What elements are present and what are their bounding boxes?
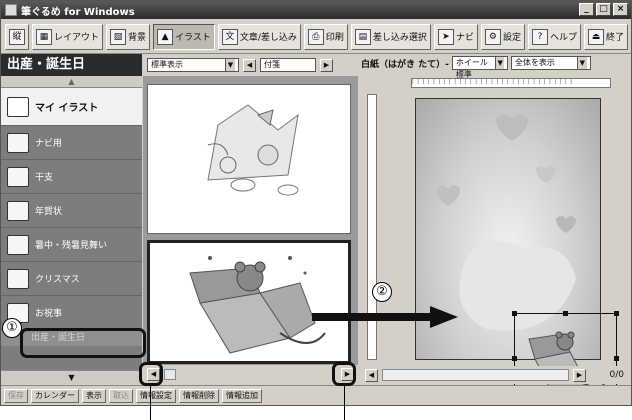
merge-icon: ▤ [354,28,371,45]
category-christmas[interactable]: クリスマス [1,262,142,296]
folder-icon [7,96,29,117]
text-icon: 文 [221,28,238,45]
illust-icon: ▲ [157,28,174,45]
print-icon: ⎙ [307,28,324,45]
tategaki-icon: 縦 [9,28,25,45]
folder-icon [7,200,29,221]
merge-select-button[interactable]: ▤ 差し込み選択 [350,23,431,50]
preview-panel: 白紙（はがき たて）- ホイール標準 ▼ 全体を表示 ▼ | | | | | | |… [359,54,630,405]
display-button[interactable]: 表示 [82,388,106,403]
category-shochu[interactable]: 暑中・残暑見舞い [1,228,142,262]
resize-handle[interactable] [614,311,619,316]
main-toolbar: 縦 ▦ レイアウト ▧ 背景 ▲ イラスト 文文章/差し込み ⎙ 印刷 ▤ 差し込み選択 … [1,20,631,54]
annotation-callout-1: ① [2,318,22,338]
annotation-arrow [312,306,458,328]
tag-select[interactable]: 付箋 [260,58,316,72]
exit-button[interactable]: ⏏ 終了 [583,23,628,50]
zoom-select[interactable]: 全体を表示 ▼ [510,56,591,70]
category-eto[interactable]: 干支 [1,160,142,194]
category-oiwai[interactable]: お祝事 [1,296,142,330]
annotation-highlight-1 [20,328,146,358]
folder-icon [7,234,29,255]
category-scroll-up[interactable]: ▲ [1,76,142,88]
tag-prev-button[interactable]: ◀ [243,58,256,72]
folder-icon [7,166,29,187]
resize-handle[interactable] [512,311,517,316]
annotation-leader-left [150,386,151,420]
exit-icon: ⏏ [587,28,604,45]
resize-handle[interactable] [614,356,619,361]
navi-icon: ➤ [437,28,454,45]
app-icon [5,4,17,16]
chevron-down-icon: ▼ [495,57,504,69]
category-scroll-down[interactable]: ▼ [1,370,142,384]
illust-button[interactable]: ▲ イラスト [153,23,215,50]
resize-handle[interactable] [512,356,517,361]
horizontal-ruler: | | | | | | | | | | | | | | | | | | | | … [411,78,611,88]
window-title: 筆ぐるめ for Windows [21,6,135,18]
background-button[interactable]: ▧ 背景 [106,23,151,50]
close-button[interactable]: × [613,3,628,16]
candy-gift-illustration [207,104,299,196]
chevron-down-icon: ▼ [576,57,587,69]
calendar-button[interactable]: カレンダー [31,388,79,403]
annotation-highlight-right [332,362,356,386]
page-prev-button[interactable]: ◀ [365,368,378,382]
minimize-button[interactable]: _ [579,3,594,16]
resize-handle[interactable] [563,311,568,316]
layout-icon: ▦ [36,28,52,45]
info-add-button[interactable]: 情報追加 [222,388,262,403]
category-nengajo[interactable]: 年賀状 [1,194,142,228]
annotation-highlight-left [139,362,163,386]
folder-icon [7,132,29,153]
title-bar[interactable]: 筆ぐるめ for Windows _ □ × [1,1,631,19]
layout-button[interactable]: ▦ レイアウト [32,23,104,50]
maximize-button[interactable]: □ [596,3,611,16]
category-title: 出産・誕生日 [1,54,142,76]
illust-hscrollbar[interactable]: ◀ ▶ [143,365,358,384]
settings-icon: ⚙ [484,28,501,45]
scroll-thumb[interactable] [164,369,176,380]
bottom-toolbar: 保存 カレンダー 表示 取込 情報設定 情報削除 情報追加 [1,385,631,405]
tategaki-button[interactable]: 縦 [5,23,29,50]
help-button[interactable]: ? ヘルプ [527,23,581,50]
page-next-button[interactable]: ▶ [573,368,586,382]
illust-list-panel: 標準表示 ▼ ◀ 付箋 ▶ ◀ ▶ [143,54,358,384]
text-button[interactable]: 文文章/差し込み [217,23,301,50]
navi-button[interactable]: ➤ ナビ [433,23,478,50]
wheel-mode-select[interactable]: ホイール標準 ▼ [451,56,508,79]
chevron-down-icon: ▼ [225,59,235,71]
annotation-callout-2: ② [372,282,392,302]
print-button[interactable]: ⎙ 印刷 [303,23,348,50]
tag-next-button[interactable]: ▶ [320,58,333,72]
illust-thumbnail-selected[interactable] [147,240,351,364]
view-mode-select[interactable]: 標準表示 ▼ [147,58,239,72]
bear-in-box-illustration [189,256,326,354]
help-icon: ? [531,28,548,45]
annotation-leader-right [344,386,345,420]
paper-label: 白紙（はがき たて）- [361,59,449,70]
page-counter: 0/0 [609,370,624,380]
settings-button[interactable]: ⚙ 設定 [480,23,525,50]
background-icon: ▧ [110,28,127,45]
illust-thumbnail[interactable] [147,84,351,234]
category-my-illust[interactable]: マイ イラスト [1,88,142,126]
info-settings-button[interactable]: 情報設定 [136,388,176,403]
save-button[interactable]: 保存 [4,388,28,403]
category-navi[interactable]: ナビ用 [1,126,142,160]
preview-hscrollbar[interactable] [382,369,569,381]
import-button[interactable]: 取込 [109,388,133,403]
info-delete-button[interactable]: 情報削除 [179,388,219,403]
folder-icon [7,268,29,289]
